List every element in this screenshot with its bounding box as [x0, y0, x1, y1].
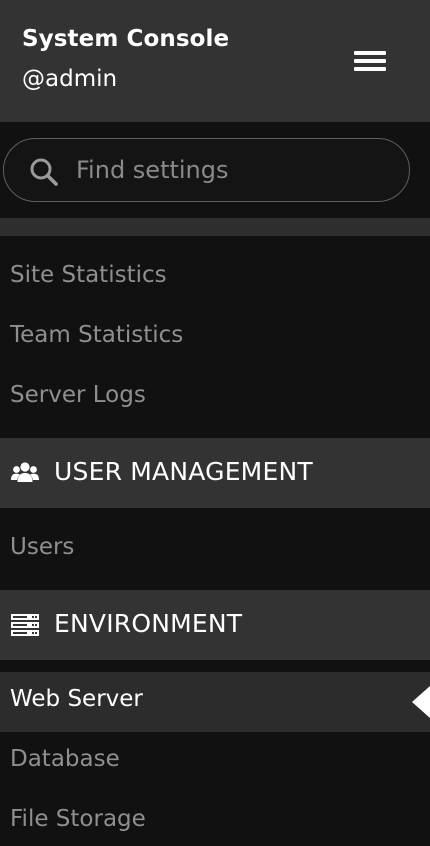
nav-item-site-statistics[interactable]: Site Statistics	[0, 248, 430, 308]
hamburger-menu-button[interactable]	[346, 44, 392, 78]
nav-item-server-logs[interactable]: Server Logs	[0, 368, 430, 428]
system-console-sidebar: System Console @admin Site Statistics Te…	[0, 0, 430, 846]
section-divider	[0, 218, 430, 236]
section-title: ENVIRONMENT	[54, 609, 243, 638]
section-environment: ENVIRONMENT	[0, 590, 430, 660]
username: @admin	[22, 66, 118, 92]
nav-item-web-server[interactable]: Web Server	[0, 672, 430, 732]
nav-item-label: Site Statistics	[10, 262, 167, 288]
search-icon	[30, 158, 58, 186]
nav-item-file-storage[interactable]: File Storage	[0, 792, 430, 846]
nav-item-users[interactable]: Users	[0, 520, 430, 580]
nav-item-team-statistics[interactable]: Team Statistics	[0, 308, 430, 368]
active-indicator	[412, 686, 430, 718]
nav-item-label: Web Server	[10, 686, 143, 712]
nav-item-label: File Storage	[10, 806, 146, 832]
nav-item-database[interactable]: Database	[0, 732, 430, 792]
console-title: System Console	[22, 26, 230, 52]
nav-item-label: Server Logs	[10, 382, 146, 408]
sidebar-header: System Console @admin	[0, 0, 430, 122]
section-title: USER MANAGEMENT	[54, 457, 313, 486]
users-icon	[11, 462, 39, 482]
section-user-management: USER MANAGEMENT	[0, 438, 430, 508]
search-box[interactable]	[3, 138, 410, 202]
nav-item-label: Database	[10, 746, 120, 772]
nav-item-label: Users	[10, 534, 75, 560]
search-area	[0, 122, 430, 218]
hamburger-menu-icon	[354, 51, 386, 55]
search-input[interactable]	[76, 149, 396, 191]
nav-item-label: Team Statistics	[10, 322, 184, 348]
server-icon	[11, 614, 39, 636]
